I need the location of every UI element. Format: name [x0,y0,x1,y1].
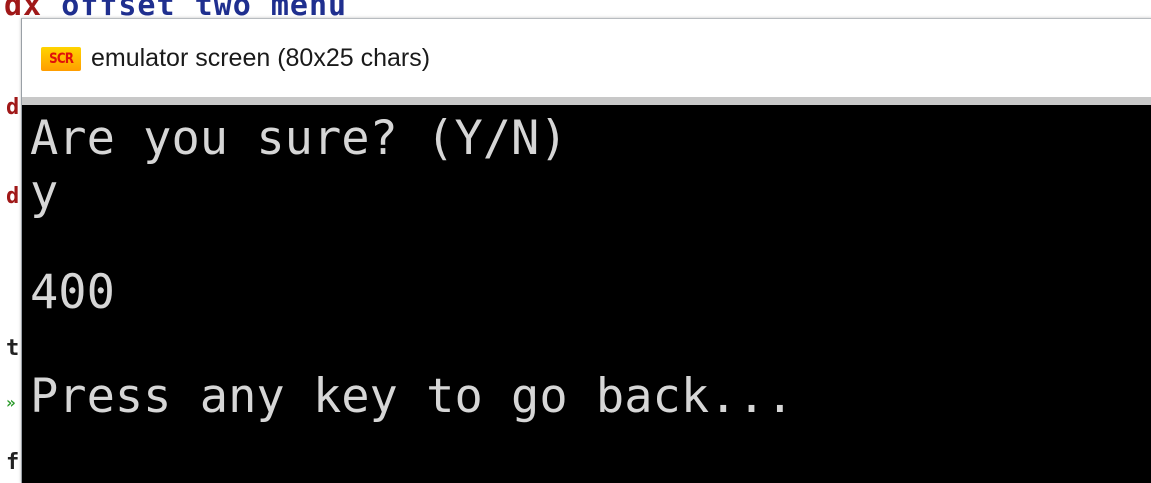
editor-gutter-char: f [6,450,20,475]
emulator-window[interactable]: SCR emulator screen (80x25 chars) Are yo… [21,18,1151,483]
terminal-line: Press any key to go back... [30,369,795,424]
app-icon[interactable]: SCR [41,47,81,71]
window-title: emulator screen (80x25 chars) [91,44,431,72]
terminal-line: 400 [30,265,115,320]
editor-gutter-char: » [6,393,16,412]
window-titlebar[interactable]: SCR emulator screen (80x25 chars) [22,19,1151,97]
titlebar-divider [22,97,1151,105]
editor-gutter-char: d [6,184,20,209]
editor-gutter-char: t [6,336,20,361]
terminal-line: Are you sure? (Y/N) [30,111,568,166]
app-icon-label: SCR [49,51,74,67]
editor-gutter-char: d [6,95,20,120]
terminal-line: y [30,165,59,220]
terminal-screen[interactable]: Are you sure? (Y/N) y 400 Press any key … [22,105,1151,483]
